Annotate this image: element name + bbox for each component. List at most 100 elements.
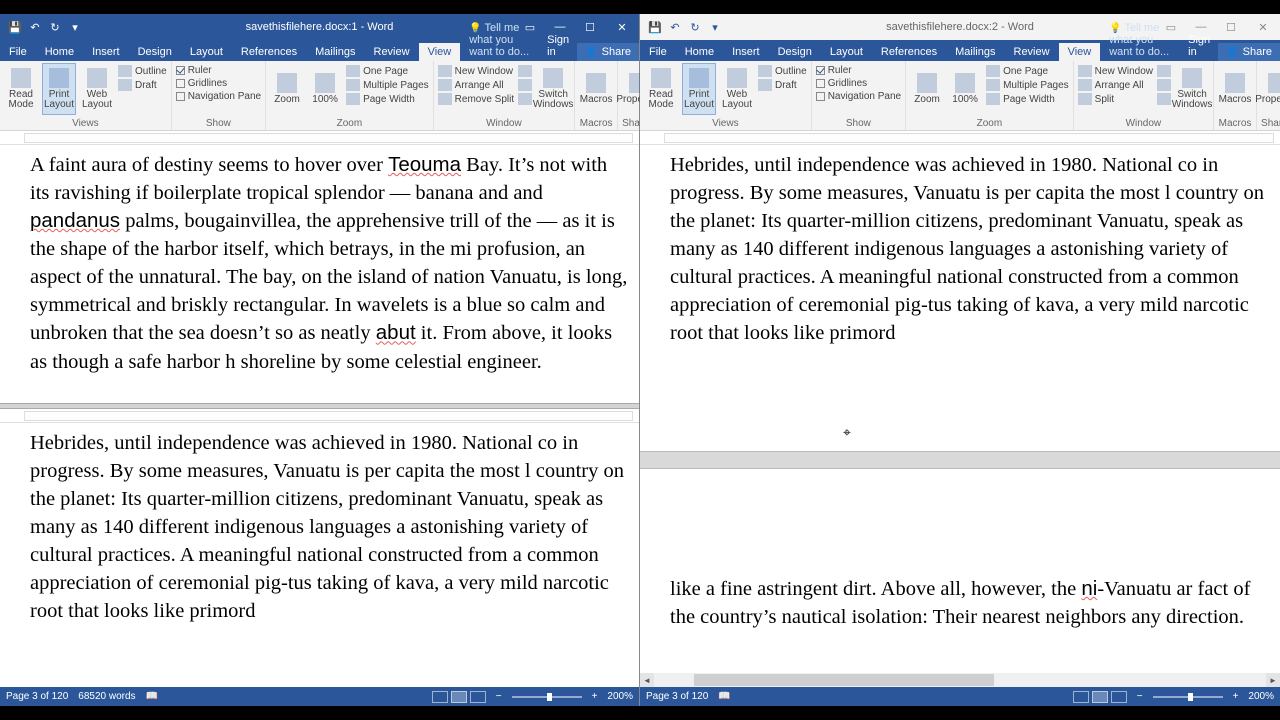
tab-insert[interactable]: Insert <box>723 43 769 61</box>
undo-icon[interactable]: ↶ <box>668 20 682 34</box>
print-layout-view-icon[interactable] <box>1092 691 1108 703</box>
tab-layout[interactable]: Layout <box>181 43 232 61</box>
remove-split-button[interactable]: Remove Split <box>438 93 514 105</box>
save-icon[interactable]: 💾 <box>648 20 662 34</box>
share-button[interactable]: Share <box>1218 43 1280 61</box>
tab-mailings[interactable]: Mailings <box>306 43 364 61</box>
tab-layout[interactable]: Layout <box>821 43 872 61</box>
document-text[interactable]: A faint aura of destiny seems to hover o… <box>0 145 639 403</box>
zoom-in-icon[interactable]: + <box>1233 691 1239 702</box>
web-layout-view-icon[interactable] <box>1111 691 1127 703</box>
gridlines-checkbox[interactable]: Gridlines <box>176 78 261 89</box>
side-by-side-icon[interactable] <box>518 65 532 77</box>
document-text[interactable]: Hebrides, until independence was achieve… <box>640 145 1280 356</box>
tab-review[interactable]: Review <box>365 43 419 61</box>
read-mode-view-icon[interactable] <box>432 691 448 703</box>
ruler-bottom-split[interactable] <box>0 409 639 423</box>
tab-design[interactable]: Design <box>769 43 821 61</box>
scroll-right-icon[interactable]: ► <box>1266 673 1280 687</box>
close-icon[interactable]: ✕ <box>1246 14 1280 40</box>
page-width-button[interactable]: Page Width <box>346 93 429 105</box>
split-button[interactable]: Split <box>1078 93 1153 105</box>
tab-mailings[interactable]: Mailings <box>946 43 1004 61</box>
tab-home[interactable]: Home <box>676 43 723 61</box>
tab-file[interactable]: File <box>640 43 676 61</box>
multi-page-button[interactable]: Multiple Pages <box>986 79 1069 91</box>
draft-button[interactable]: Draft <box>758 79 807 91</box>
nav-pane-checkbox[interactable]: Navigation Pane <box>176 91 261 102</box>
reset-position-icon[interactable] <box>1157 93 1171 105</box>
scroll-thumb[interactable] <box>694 674 994 686</box>
tab-view[interactable]: View <box>419 43 461 61</box>
horizontal-scrollbar[interactable]: ◄ ► <box>640 673 1280 687</box>
new-window-button[interactable]: New Window <box>438 65 514 77</box>
gridlines-checkbox[interactable]: Gridlines <box>816 78 901 89</box>
redo-icon[interactable]: ↻ <box>688 20 702 34</box>
draft-button[interactable]: Draft <box>118 79 167 91</box>
status-page[interactable]: Page 3 of 120 <box>6 691 68 702</box>
zoom-slider[interactable] <box>1153 696 1223 698</box>
side-by-side-icon[interactable] <box>1157 65 1171 77</box>
sign-in[interactable]: Sign in <box>539 31 577 61</box>
one-page-button[interactable]: One Page <box>986 65 1069 77</box>
switch-windows-button[interactable]: Switch Windows <box>536 63 570 115</box>
tab-home[interactable]: Home <box>36 43 83 61</box>
sync-scroll-icon[interactable] <box>518 79 532 91</box>
macros-button[interactable]: Macros <box>579 63 613 115</box>
zoom-out-icon[interactable]: − <box>1137 691 1143 702</box>
arrange-all-button[interactable]: Arrange All <box>438 79 514 91</box>
print-layout-button[interactable]: Print Layout <box>42 63 76 115</box>
save-icon[interactable]: 💾 <box>8 20 22 34</box>
web-layout-button[interactable]: Web Layout <box>80 63 114 115</box>
web-layout-view-icon[interactable] <box>470 691 486 703</box>
status-zoom[interactable]: 200% <box>607 691 633 702</box>
proofing-icon[interactable]: 📖 <box>718 691 730 702</box>
sign-in[interactable]: Sign in <box>1180 31 1218 61</box>
read-mode-button[interactable]: Read Mode <box>4 63 38 115</box>
zoom-100-button[interactable]: 100% <box>308 63 342 115</box>
properties-button[interactable]: Properties <box>1261 63 1280 115</box>
macros-button[interactable]: Macros <box>1218 63 1252 115</box>
read-mode-button[interactable]: Read Mode <box>644 63 678 115</box>
tab-file[interactable]: File <box>0 43 36 61</box>
status-words[interactable]: 68520 words <box>78 691 135 702</box>
close-icon[interactable]: ✕ <box>605 14 639 40</box>
print-layout-button[interactable]: Print Layout <box>682 63 716 115</box>
tab-review[interactable]: Review <box>1005 43 1059 61</box>
ruler-checkbox[interactable]: Ruler <box>816 65 901 76</box>
document-text[interactable]: like a fine astringent dirt. Above all, … <box>640 569 1280 639</box>
zoom-in-icon[interactable]: + <box>592 691 598 702</box>
arrange-all-button[interactable]: Arrange All <box>1078 79 1153 91</box>
page-lower[interactable]: like a fine astringent dirt. Above all, … <box>640 469 1280 673</box>
qat-customize-icon[interactable]: ▾ <box>68 20 82 34</box>
redo-icon[interactable]: ↻ <box>48 20 62 34</box>
split-pane-bottom[interactable]: Hebrides, until independence was achieve… <box>0 423 639 687</box>
scroll-left-icon[interactable]: ◄ <box>640 673 654 687</box>
tab-references[interactable]: References <box>872 43 946 61</box>
zoom-slider[interactable] <box>512 696 582 698</box>
status-zoom[interactable]: 200% <box>1248 691 1274 702</box>
zoom-100-button[interactable]: 100% <box>948 63 982 115</box>
share-button[interactable]: Share <box>577 43 639 61</box>
new-window-button[interactable]: New Window <box>1078 65 1153 77</box>
document-text[interactable]: Hebrides, until independence was achieve… <box>0 423 639 634</box>
ruler-top[interactable] <box>0 131 639 145</box>
sync-scroll-icon[interactable] <box>1157 79 1171 91</box>
zoom-button[interactable]: Zoom <box>910 63 944 115</box>
multi-page-button[interactable]: Multiple Pages <box>346 79 429 91</box>
read-mode-view-icon[interactable] <box>1073 691 1089 703</box>
page-upper[interactable]: Hebrides, until independence was achieve… <box>640 145 1280 451</box>
zoom-button[interactable]: Zoom <box>270 63 304 115</box>
proofing-icon[interactable]: 📖 <box>146 691 158 702</box>
maximize-icon[interactable]: ☐ <box>1216 14 1246 40</box>
outline-button[interactable]: Outline <box>118 65 167 77</box>
tab-design[interactable]: Design <box>129 43 181 61</box>
reset-position-icon[interactable] <box>518 93 532 105</box>
maximize-icon[interactable]: ☐ <box>575 14 605 40</box>
one-page-button[interactable]: One Page <box>346 65 429 77</box>
ruler[interactable] <box>640 131 1280 145</box>
split-pane-top[interactable]: A faint aura of destiny seems to hover o… <box>0 145 639 403</box>
print-layout-view-icon[interactable] <box>451 691 467 703</box>
outline-button[interactable]: Outline <box>758 65 807 77</box>
switch-windows-button[interactable]: Switch Windows <box>1175 63 1209 115</box>
